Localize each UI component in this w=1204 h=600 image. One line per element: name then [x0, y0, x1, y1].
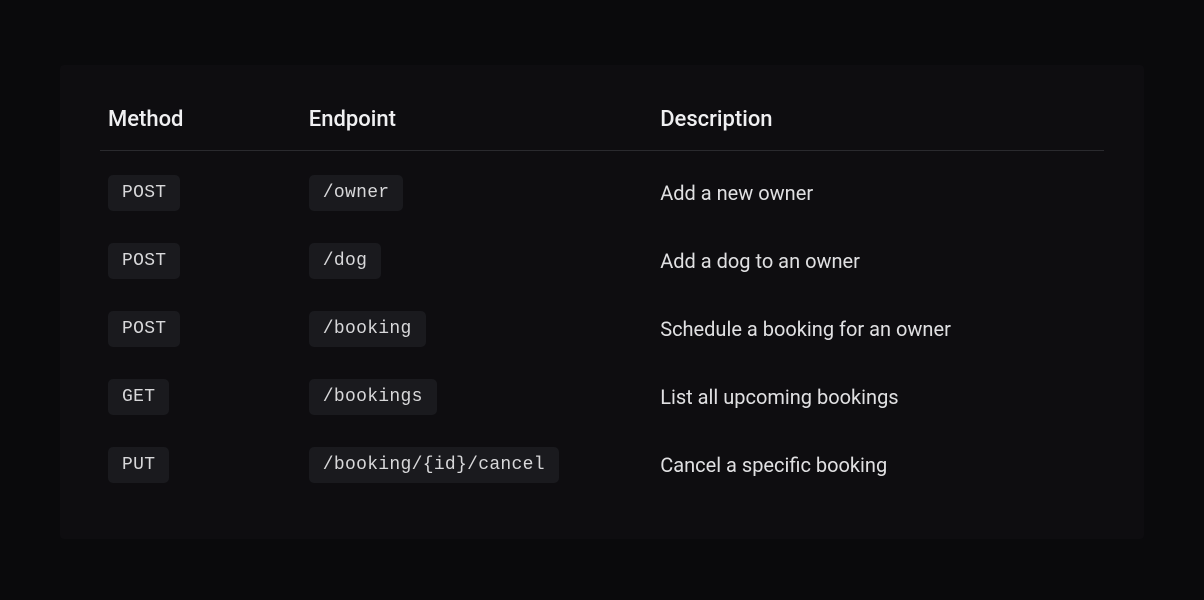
description-cell: Schedule a booking for an owner — [652, 295, 1104, 363]
method-pill: POST — [108, 243, 180, 279]
method-cell: GET — [100, 363, 301, 431]
table-row: POST /dog Add a dog to an owner — [100, 227, 1104, 295]
table-row: POST /owner Add a new owner — [100, 151, 1104, 228]
endpoint-cell: /dog — [301, 227, 652, 295]
endpoint-cell: /bookings — [301, 363, 652, 431]
method-pill: GET — [108, 379, 169, 415]
method-cell: POST — [100, 295, 301, 363]
endpoint-cell: /booking — [301, 295, 652, 363]
endpoint-pill: /bookings — [309, 379, 437, 415]
method-cell: POST — [100, 227, 301, 295]
endpoint-cell: /owner — [301, 151, 652, 228]
method-cell: POST — [100, 151, 301, 228]
method-cell: PUT — [100, 431, 301, 499]
endpoint-cell: /booking/{id}/cancel — [301, 431, 652, 499]
endpoint-pill: /owner — [309, 175, 404, 211]
method-pill: POST — [108, 311, 180, 347]
method-pill: POST — [108, 175, 180, 211]
api-endpoints-panel: Method Endpoint Description POST /owner … — [60, 65, 1144, 539]
endpoint-pill: /dog — [309, 243, 381, 279]
endpoint-pill: /booking/{id}/cancel — [309, 447, 559, 483]
description-cell: Cancel a specific booking — [652, 431, 1104, 499]
method-pill: PUT — [108, 447, 169, 483]
table-row: POST /booking Schedule a booking for an … — [100, 295, 1104, 363]
table-row: PUT /booking/{id}/cancel Cancel a specif… — [100, 431, 1104, 499]
api-endpoints-table: Method Endpoint Description POST /owner … — [100, 95, 1104, 499]
description-cell: List all upcoming bookings — [652, 363, 1104, 431]
table-header-row: Method Endpoint Description — [100, 95, 1104, 151]
header-endpoint: Endpoint — [301, 95, 652, 151]
table-row: GET /bookings List all upcoming bookings — [100, 363, 1104, 431]
description-cell: Add a new owner — [652, 151, 1104, 228]
header-description: Description — [652, 95, 1104, 151]
description-cell: Add a dog to an owner — [652, 227, 1104, 295]
header-method: Method — [100, 95, 301, 151]
endpoint-pill: /booking — [309, 311, 426, 347]
